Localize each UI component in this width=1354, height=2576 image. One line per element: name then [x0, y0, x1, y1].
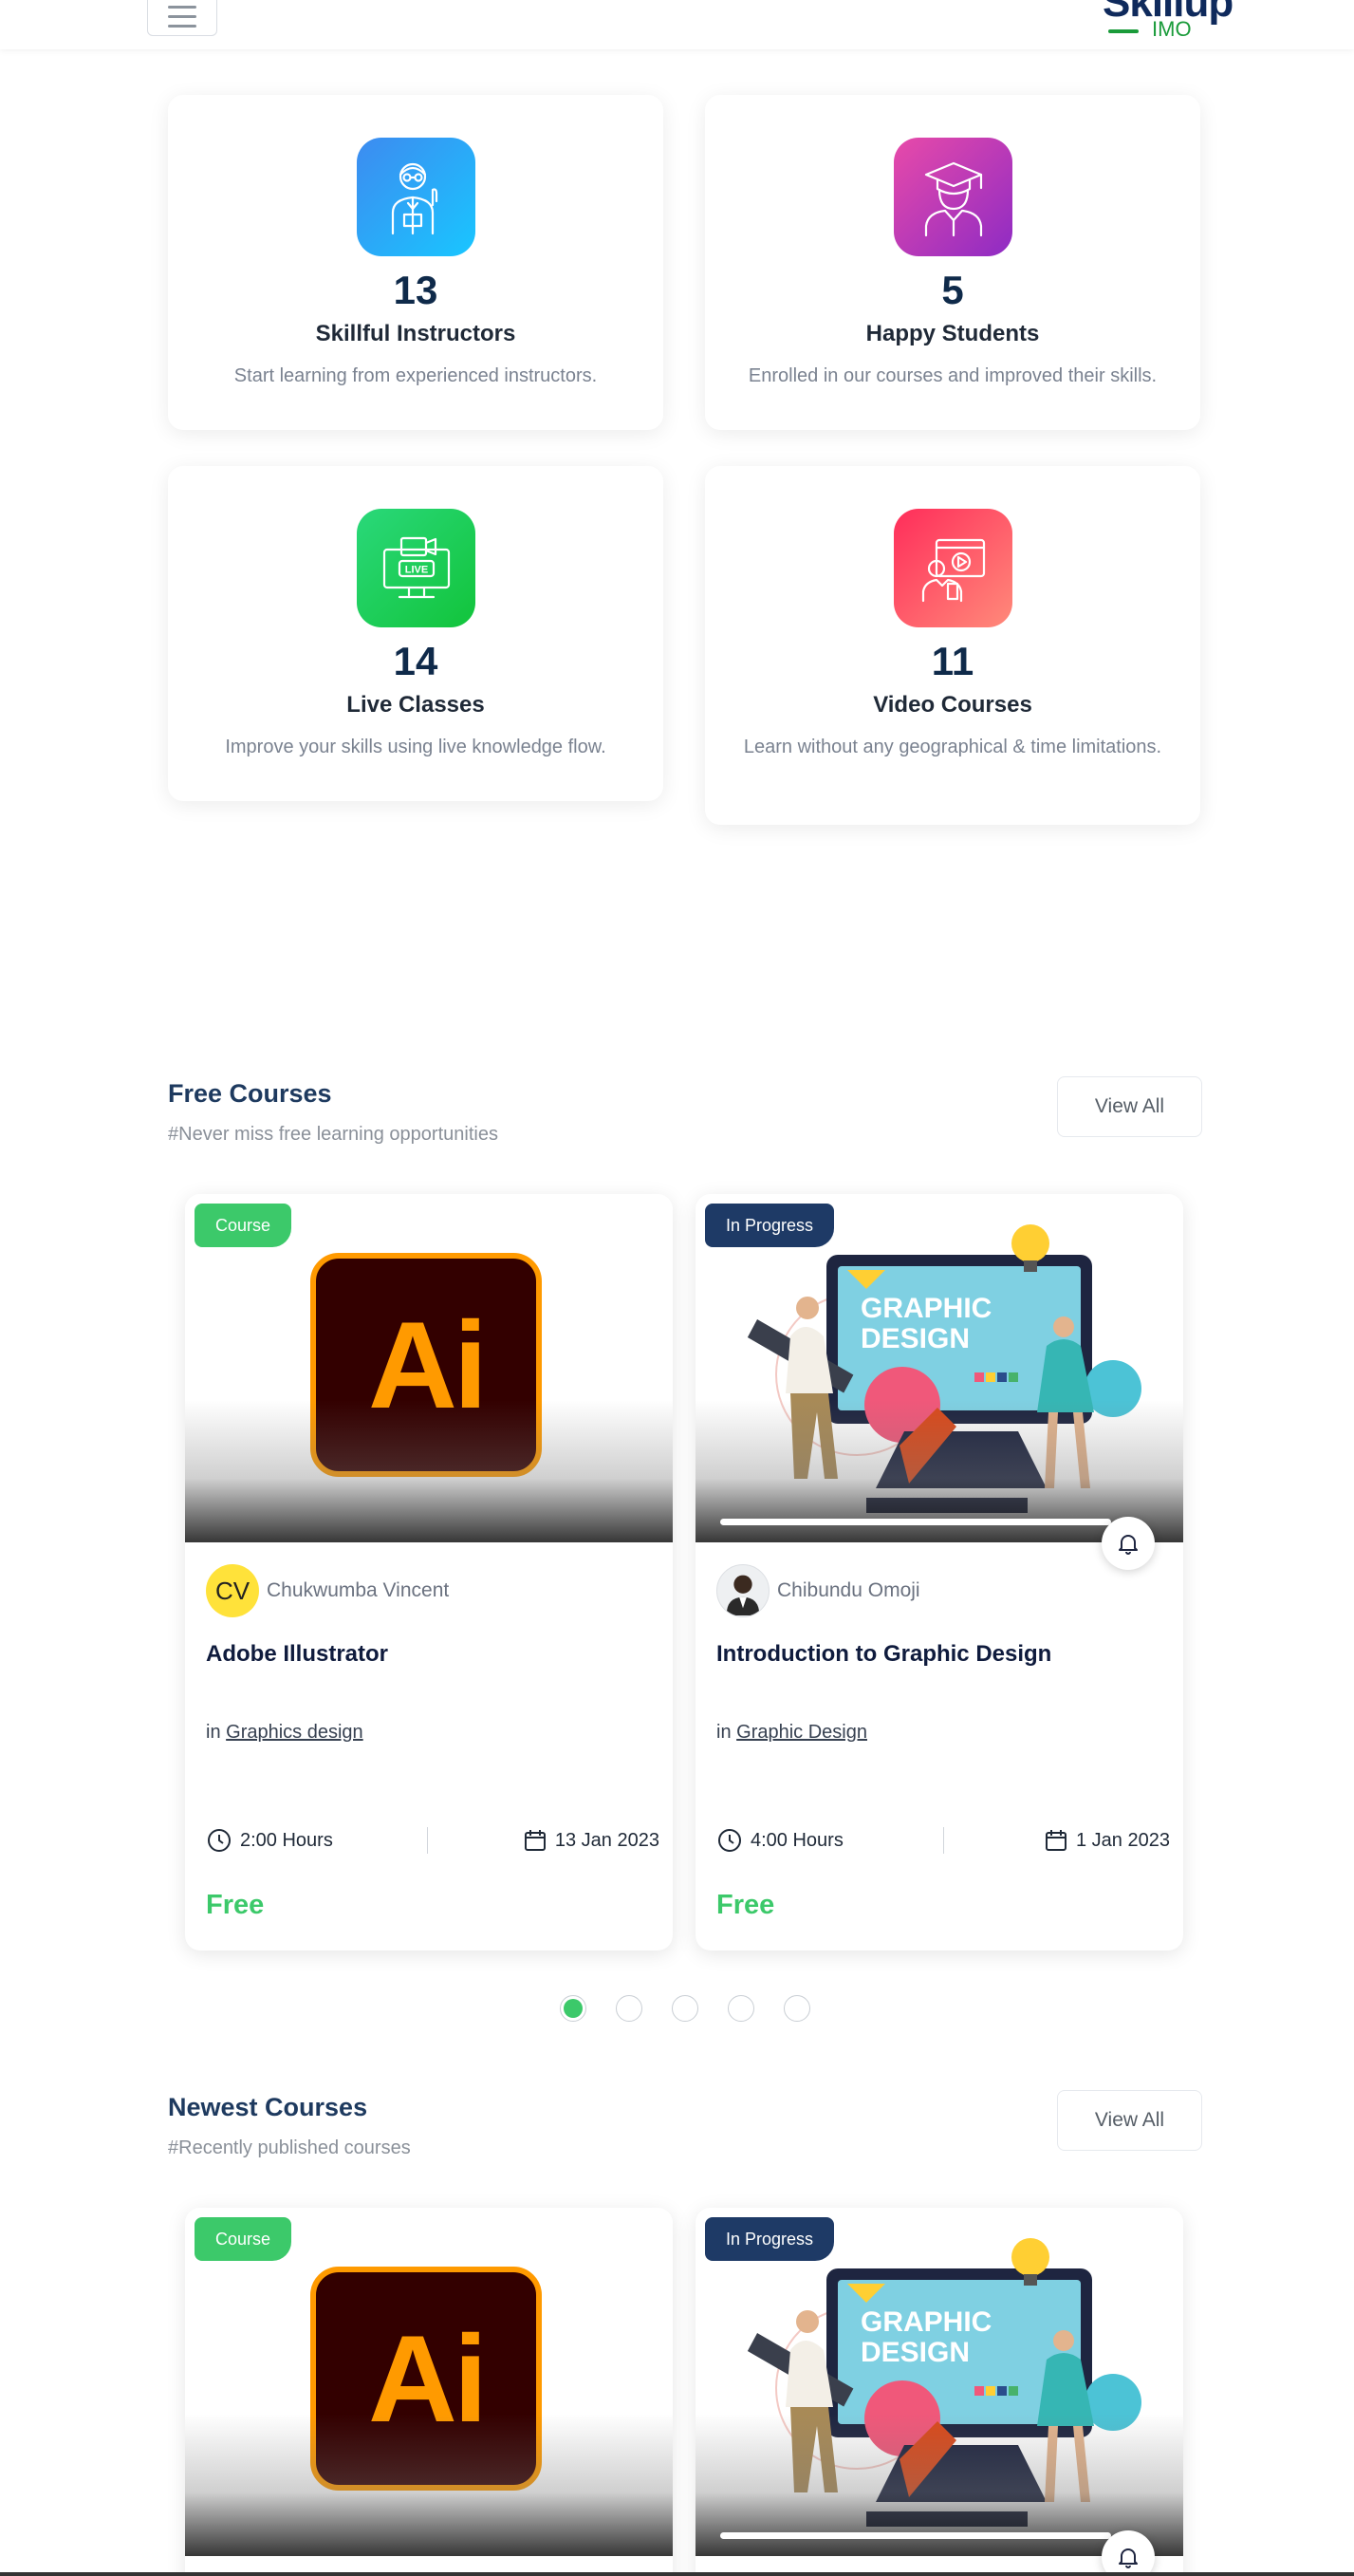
stat-card-live-classes: LIVE 14 Live Classes Improve your skills… — [168, 466, 663, 801]
course-duration: 4:00 Hours — [716, 1827, 844, 1854]
graphic-design-art-text: GRAPHIC — [861, 2306, 992, 2338]
calendar-icon — [524, 1830, 546, 1851]
author-name: Chibundu Omoji — [777, 1579, 920, 1601]
free-courses-title: Free Courses — [168, 1079, 332, 1108]
course-author[interactable]: Chibundu Omoji — [716, 1564, 920, 1617]
stat-title: Skillful Instructors — [315, 321, 516, 346]
course-badge: In Progress — [705, 2217, 835, 2261]
stat-card-instructors: 13 Skillful Instructors Start learning f… — [168, 95, 663, 430]
svg-text:LIVE: LIVE — [404, 564, 427, 575]
instructor-icon — [357, 138, 475, 256]
free-courses-view-all-button[interactable]: View All — [1057, 1076, 1202, 1137]
stat-number: 13 — [393, 268, 438, 312]
course-meta: 2:00 Hours 13 Jan 2023 — [206, 1824, 659, 1857]
stat-number: 14 — [393, 639, 438, 683]
stat-title: Live Classes — [346, 692, 485, 718]
carousel-dot[interactable] — [784, 1995, 810, 2022]
menu-line — [168, 14, 196, 18]
course-category: in Graphic Design — [716, 1722, 867, 1744]
clock-icon — [208, 1829, 231, 1852]
course-card[interactable]: Ai Course — [185, 2208, 673, 2576]
course-date: 1 Jan 2023 — [1044, 1828, 1170, 1853]
course-title[interactable]: Introduction to Graphic Design — [716, 1641, 1051, 1668]
graphic-design-art-text: DESIGN — [861, 1323, 970, 1354]
newest-courses-view-all-button[interactable]: View All — [1057, 2090, 1202, 2151]
site-logo[interactable]: Skillup IMO — [1099, 0, 1233, 46]
newest-courses-title: Newest Courses — [168, 2093, 368, 2121]
bottom-edge — [0, 2572, 1354, 2576]
category-link[interactable]: Graphic Design — [736, 1722, 867, 1743]
duration-text: 2:00 Hours — [240, 1829, 333, 1851]
bell-icon[interactable] — [1102, 2530, 1155, 2576]
bell-icon[interactable] — [1102, 1517, 1155, 1570]
duration-text: 4:00 Hours — [751, 1829, 844, 1851]
top-navbar: Skillup IMO — [0, 0, 1354, 49]
course-badge: Course — [195, 2217, 292, 2261]
course-date: 13 Jan 2023 — [523, 1828, 659, 1853]
avatar: CV — [206, 1564, 259, 1617]
carousel-pagination — [560, 1995, 810, 2022]
carousel-dot[interactable] — [560, 1995, 586, 2022]
course-progress-bar — [720, 1519, 1111, 1525]
course-meta: 4:00 Hours 1 Jan 2023 — [716, 1824, 1170, 1857]
thumbnail-shade — [185, 1400, 673, 1542]
course-card-adobe-illustrator[interactable]: Ai Course CV Chukwumba Vincent Adobe Ill… — [185, 1194, 673, 1951]
course-author[interactable]: CV Chukwumba Vincent — [206, 1564, 449, 1617]
thumbnail-shade — [185, 2414, 673, 2556]
video-course-icon — [894, 509, 1012, 627]
calendar-icon — [1046, 1830, 1067, 1851]
author-name: Chukwumba Vincent — [267, 1579, 450, 1601]
course-card-intro-graphic-design[interactable]: GRAPHIC DESIGN In Progress Chibundu Omoj… — [696, 1194, 1183, 1951]
course-title[interactable]: Adobe Illustrator — [206, 1641, 388, 1668]
carousel-dot[interactable] — [672, 1995, 698, 2022]
graphic-design-art-text: GRAPHIC — [861, 1293, 992, 1324]
stat-card-video-courses: 11 Video Courses Learn without any geogr… — [705, 466, 1200, 825]
carousel-dot[interactable] — [616, 1995, 642, 2022]
menu-line — [168, 5, 196, 9]
course-price: Free — [716, 1890, 775, 1920]
logo-underline — [1108, 29, 1139, 33]
avatar — [716, 1564, 770, 1617]
live-class-icon: LIVE — [357, 509, 475, 627]
course-category: in Graphics design — [206, 1722, 363, 1744]
menu-line — [168, 24, 196, 28]
stat-description: Start learning from experienced instruct… — [233, 365, 598, 386]
stat-title: Video Courses — [873, 692, 1032, 718]
clock-icon — [718, 1829, 741, 1852]
graduate-icon — [894, 138, 1012, 256]
hamburger-menu-button[interactable] — [147, 0, 217, 36]
course-progress-bar — [720, 2532, 1111, 2539]
course-badge: Course — [195, 1204, 292, 1247]
meta-divider — [942, 1827, 944, 1854]
course-card[interactable]: GRAPHIC DESIGN In Progress — [696, 2208, 1183, 2576]
date-text: 1 Jan 2023 — [1076, 1829, 1170, 1851]
carousel-dot[interactable] — [728, 1995, 754, 2022]
stat-description: Enrolled in our courses and improved the… — [748, 365, 1158, 386]
category-prefix: in — [716, 1722, 732, 1743]
meta-divider — [427, 1827, 429, 1854]
course-duration: 2:00 Hours — [206, 1827, 333, 1854]
stat-number: 5 — [941, 268, 964, 312]
course-badge: In Progress — [705, 1204, 835, 1247]
stat-title: Happy Students — [865, 321, 1040, 346]
stat-description: Improve your skills using live knowledge… — [225, 737, 606, 757]
logo-sub-text: IMO — [1152, 17, 1192, 41]
course-price: Free — [206, 1890, 265, 1920]
stat-description: Learn without any geographical & time li… — [743, 737, 1162, 757]
date-text: 13 Jan 2023 — [554, 1829, 659, 1851]
stat-card-students: 5 Happy Students Enrolled in our courses… — [705, 95, 1200, 430]
stat-number: 11 — [931, 639, 974, 683]
category-prefix: in — [206, 1722, 221, 1743]
free-courses-subtitle: #Never miss free learning opportunities — [168, 1124, 498, 1145]
graphic-design-art-text: DESIGN — [861, 2337, 970, 2368]
category-link[interactable]: Graphics design — [226, 1722, 363, 1743]
newest-courses-subtitle: #Recently published courses — [168, 2137, 411, 2158]
